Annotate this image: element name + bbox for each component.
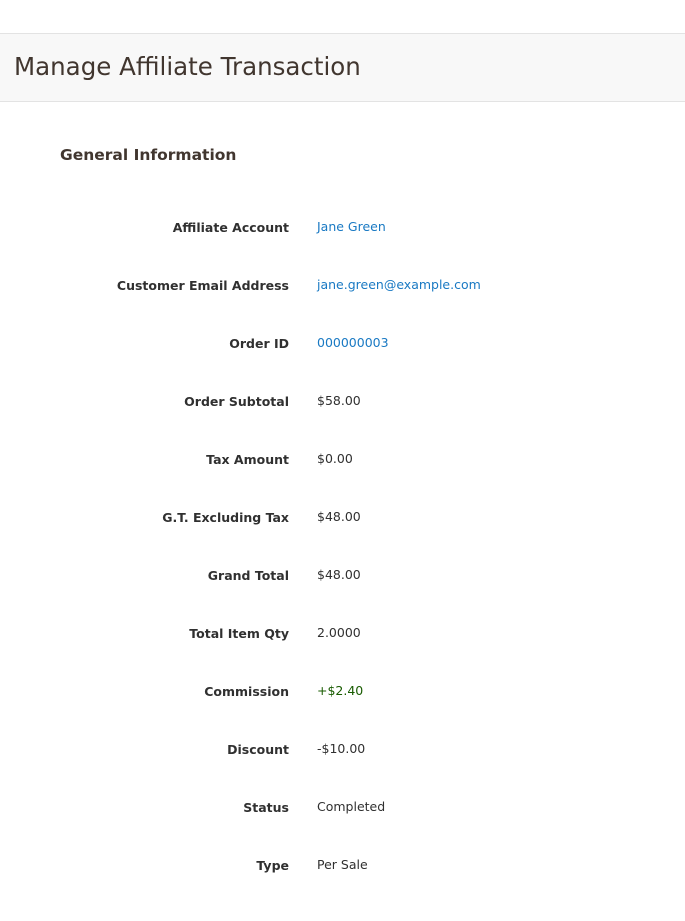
row-status: Status Completed <box>0 780 685 838</box>
order-subtotal-label: Order Subtotal <box>184 394 289 409</box>
gt-excluding-tax-label: G.T. Excluding Tax <box>162 510 289 525</box>
order-subtotal-value: $58.00 <box>317 393 361 408</box>
row-commission: Commission +$2.40 <box>0 664 685 722</box>
affiliate-account-link[interactable]: Jane Green <box>317 218 386 236</box>
total-item-qty-label: Total Item Qty <box>189 626 289 641</box>
row-customer-email: Customer Email Address jane.green@exampl… <box>0 258 685 316</box>
type-label: Type <box>256 858 289 873</box>
section-title: General Information <box>60 146 237 164</box>
discount-label: Discount <box>227 742 289 757</box>
commission-label: Commission <box>204 684 289 699</box>
customer-email-label: Customer Email Address <box>116 278 289 293</box>
row-total-item-qty: Total Item Qty 2.0000 <box>0 606 685 664</box>
customer-email-link[interactable]: jane.green@example.com <box>317 276 481 294</box>
order-id-link[interactable]: 000000003 <box>317 334 389 352</box>
row-affiliate-account: Affiliate Account Jane Green <box>0 200 685 258</box>
row-order-id: Order ID 000000003 <box>0 316 685 374</box>
row-grand-total: Grand Total $48.00 <box>0 548 685 606</box>
type-value: Per Sale <box>317 857 368 872</box>
row-gt-excluding-tax: G.T. Excluding Tax $48.00 <box>0 490 685 548</box>
status-value: Completed <box>317 799 386 814</box>
order-id-label: Order ID <box>229 336 289 351</box>
total-item-qty-value: 2.0000 <box>317 625 361 640</box>
tax-amount-label: Tax Amount <box>206 452 289 467</box>
page-header: Manage Affiliate Transaction <box>0 33 685 102</box>
grand-total-label: Grand Total <box>207 568 289 583</box>
commission-value: +$2.40 <box>317 683 364 698</box>
top-strip <box>0 0 685 33</box>
gt-excluding-tax-value: $48.00 <box>317 509 361 524</box>
row-order-subtotal: Order Subtotal $58.00 <box>0 374 685 432</box>
grand-total-value: $48.00 <box>317 567 361 582</box>
page-title: Manage Affiliate Transaction <box>14 52 361 81</box>
discount-value: -$10.00 <box>317 741 366 756</box>
status-label: Status <box>243 800 289 815</box>
row-discount: Discount -$10.00 <box>0 722 685 780</box>
row-tax-amount: Tax Amount $0.00 <box>0 432 685 490</box>
row-type: Type Per Sale <box>0 838 685 896</box>
tax-amount-value: $0.00 <box>317 451 353 466</box>
general-information-list: Affiliate Account Jane Green Customer Em… <box>0 200 685 896</box>
affiliate-account-label: Affiliate Account <box>172 220 289 235</box>
